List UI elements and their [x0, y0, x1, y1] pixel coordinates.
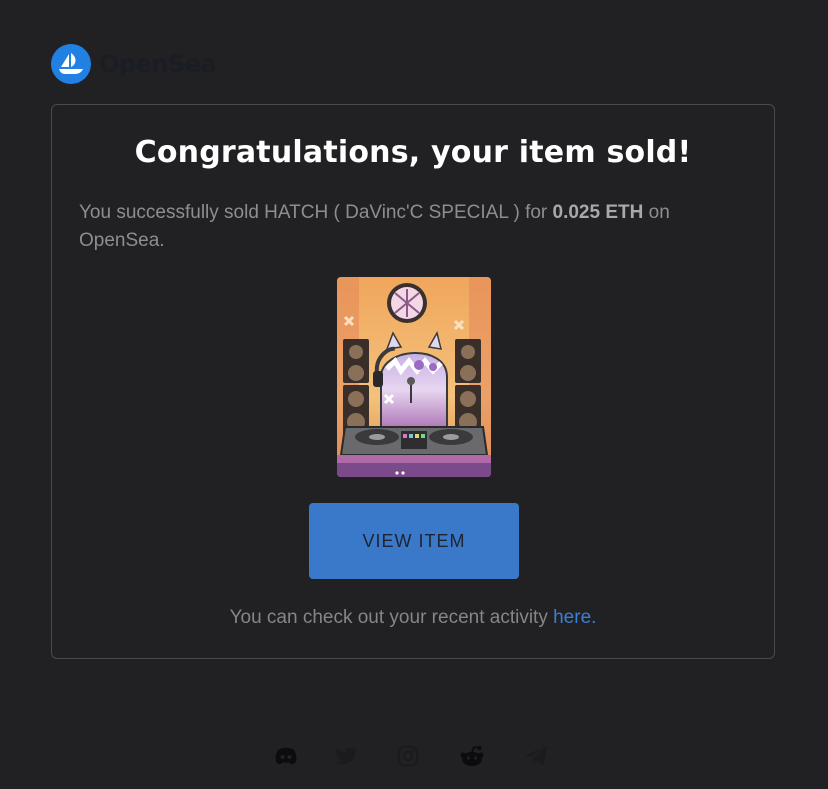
- brand-name: OpenSea: [99, 50, 217, 78]
- sale-price: 0.025 ETH: [552, 202, 644, 223]
- message-prefix: You successfully sold HATCH ( DaVinc'C S…: [79, 202, 553, 223]
- opensea-logo[interactable]: OpenSea: [51, 44, 217, 84]
- activity-link[interactable]: here.: [553, 607, 596, 628]
- sale-card: Congratulations, your item sold! You suc…: [51, 104, 775, 659]
- activity-text: You can check out your recent activity h…: [52, 607, 774, 629]
- email-page: OpenSea Congratulations, your item sold!…: [0, 0, 828, 789]
- twitter-icon[interactable]: [333, 743, 359, 769]
- telegram-icon[interactable]: [523, 743, 549, 769]
- social-links: [273, 743, 555, 769]
- instagram-icon[interactable]: [395, 743, 421, 769]
- discord-icon[interactable]: [273, 743, 299, 769]
- page-title: Congratulations, your item sold!: [134, 135, 692, 170]
- opensea-boat-icon: [51, 44, 91, 84]
- sale-message: You successfully sold HATCH ( DaVinc'C S…: [79, 199, 759, 255]
- reddit-icon[interactable]: [459, 743, 485, 769]
- nft-image[interactable]: [337, 277, 491, 477]
- activity-prefix: You can check out your recent activity: [229, 607, 554, 628]
- view-item-button[interactable]: VIEW ITEM: [309, 503, 519, 579]
